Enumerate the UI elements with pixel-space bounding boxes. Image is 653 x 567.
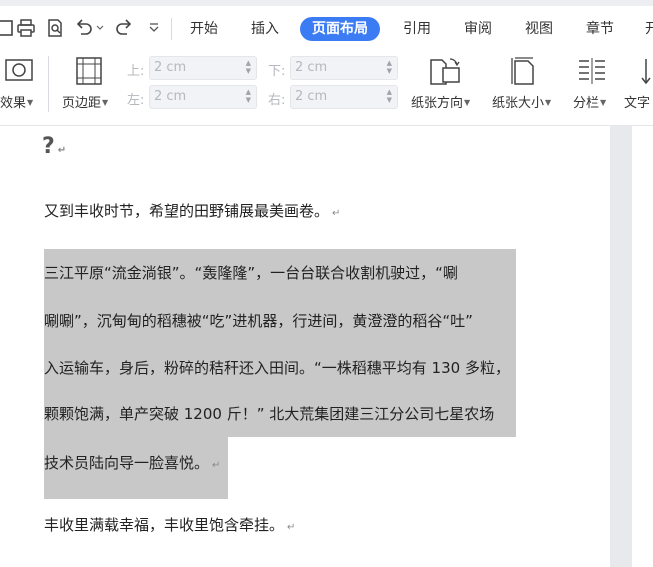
selected-line-3[interactable]: 入运输车，身后，粉碎的秸秆还入田间。“一株稻穗平均有 130 多粒，	[44, 357, 510, 379]
margin-top-input[interactable]: 2 cm ▲ ▼	[149, 56, 257, 80]
undo-icon[interactable]	[72, 16, 96, 40]
tab-home[interactable]: 开始	[190, 17, 218, 41]
print-preview-icon[interactable]	[43, 16, 67, 40]
paragraph-mark-icon: ↵	[212, 460, 221, 471]
dropdown-caret-icon: ▼	[464, 98, 471, 107]
margin-bottom-input[interactable]: 2 cm ▲ ▼	[290, 56, 398, 80]
columns-icon[interactable]	[577, 56, 607, 90]
margin-right-input[interactable]: 2 cm ▲ ▼	[290, 85, 398, 109]
tab-review[interactable]: 审阅	[464, 17, 492, 41]
margins-button[interactable]: 页边距▼	[62, 92, 108, 111]
text-direction-button[interactable]: 文字	[624, 92, 650, 111]
orientation-icon[interactable]	[428, 56, 462, 90]
paragraph-1[interactable]: 又到丰收时节，希望的田野铺展最美画卷。 ↵	[44, 200, 340, 225]
more-icon[interactable]	[142, 16, 166, 40]
dropdown-caret-icon: ▼	[27, 98, 34, 107]
margin-left-input[interactable]: 2 cm ▲ ▼	[149, 85, 257, 109]
selected-line-2[interactable]: 唰唰”，沉甸甸的稻穗被“吃”进机器，行进间，黄澄澄的稻谷“吐”	[44, 310, 473, 332]
ribbon: 效果▼ 页边距▼ 上: 2 cm ▲ ▼ 左: 2 cm ▲ ▼ 下: 2 cm ▲…	[0, 48, 653, 126]
spinner-icon[interactable]: ▲ ▼	[246, 59, 251, 75]
paragraph-mark-icon: ↵	[57, 145, 67, 156]
spinner-icon[interactable]: ▲ ▼	[387, 59, 392, 75]
spinner-icon[interactable]: ▲ ▼	[387, 88, 392, 104]
selected-line-4[interactable]: 颗颗饱满，单产突破 1200 斤！” 北大荒集团建三江分公司七星农场	[44, 403, 494, 425]
paper-size-icon[interactable]	[510, 56, 540, 90]
print-icon[interactable]	[14, 16, 38, 40]
tab-insert[interactable]: 插入	[251, 17, 279, 41]
tab-references[interactable]: 引用	[403, 17, 431, 41]
tab-view[interactable]: 视图	[525, 17, 553, 41]
margin-left-label: 左:	[127, 93, 145, 108]
dropdown-caret-icon: ▼	[102, 98, 109, 107]
margin-top-label: 上:	[127, 64, 145, 79]
tab-chapter[interactable]: 章节	[586, 17, 614, 41]
spinner-icon[interactable]: ▲ ▼	[246, 88, 251, 104]
paragraph-mark-icon: ↵	[287, 522, 296, 533]
orientation-button[interactable]: 纸张方向▼	[411, 92, 470, 111]
page-gap	[610, 126, 632, 567]
effects-button[interactable]: 效果▼	[0, 92, 33, 111]
next-page-edge	[632, 126, 653, 567]
redo-icon[interactable]	[112, 16, 136, 40]
columns-button[interactable]: 分栏▼	[573, 92, 606, 111]
effects-icon[interactable]	[4, 56, 34, 88]
divider	[171, 18, 172, 40]
undo-dropdown-icon[interactable]	[94, 16, 106, 40]
tab-overflow[interactable]: 开	[645, 17, 653, 41]
dropdown-caret-icon: ▼	[545, 98, 552, 107]
margin-bottom-label: 下:	[268, 64, 286, 79]
heading-text: ? ↵	[42, 134, 67, 159]
selected-line-1[interactable]: 三江平原“流金淌银”。“轰隆隆”，一台台联合收割机驶过，“唰	[44, 262, 458, 284]
paragraph-3[interactable]: 丰收里满载幸福，丰收里饱含牵挂。 ↵	[44, 514, 295, 539]
text-direction-icon[interactable]	[638, 56, 653, 90]
divider	[48, 56, 49, 112]
selected-line-5[interactable]: 技术员陆向导一脸喜悦。 ↵	[44, 452, 220, 477]
dropdown-caret-icon: ▼	[600, 98, 607, 107]
paragraph-mark-icon: ↵	[332, 208, 341, 219]
margins-icon[interactable]	[74, 56, 104, 90]
title-strip	[0, 0, 653, 6]
margin-right-label: 右:	[268, 93, 286, 108]
paper-size-button[interactable]: 纸张大小▼	[492, 92, 551, 111]
tab-page-layout[interactable]: 页面布局	[300, 17, 380, 41]
